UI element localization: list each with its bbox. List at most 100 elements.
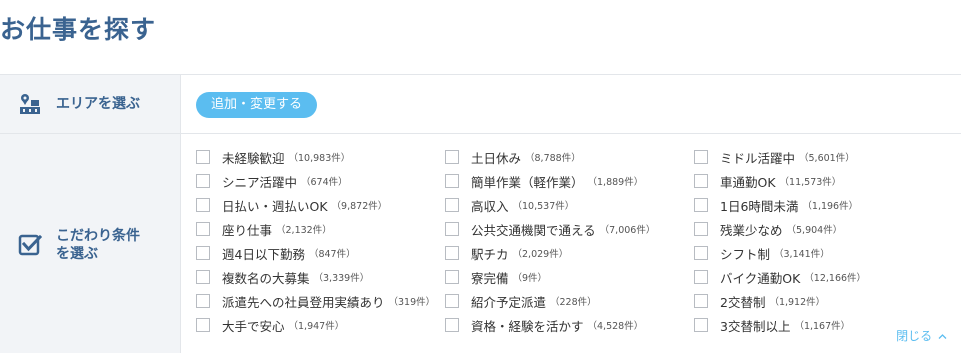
condition-item[interactable]: 簡単作業（軽作業） （1,889件）: [445, 169, 655, 193]
condition-item[interactable]: 3交替制以上 （1,167件）: [694, 313, 866, 337]
condition-checkbox[interactable]: [694, 294, 708, 308]
condition-label-text: こだわり条件 を選ぶ: [56, 227, 140, 263]
condition-name: 簡単作業（軽作業）: [471, 174, 584, 190]
condition-count: （10,537件）: [512, 201, 575, 212]
chevron-up-icon: [936, 329, 947, 343]
condition-item[interactable]: 資格・経験を活かす （4,528件）: [445, 313, 655, 337]
condition-name: 寮完備: [471, 270, 509, 286]
condition-checkbox[interactable]: [196, 270, 210, 284]
condition-count: （1,889件）: [587, 177, 644, 188]
area-row-label: エリアを選ぶ: [18, 92, 140, 116]
condition-checkbox[interactable]: [445, 174, 459, 188]
condition-count: （228件）: [550, 297, 597, 308]
condition-checkbox[interactable]: [196, 198, 210, 212]
condition-name: 複数名の大募集: [222, 270, 310, 286]
condition-column-3: ミドル活躍中 （5,601件） 車通勤OK （11,573件） 1日6時間未満 （1,19…: [694, 145, 866, 337]
close-label: 閉じる: [896, 329, 933, 343]
condition-name: 紹介予定派遣: [471, 294, 547, 310]
condition-count: （11,573件）: [779, 177, 842, 188]
condition-item[interactable]: ミドル活躍中 （5,601件）: [694, 145, 866, 169]
condition-checkbox[interactable]: [445, 246, 459, 260]
condition-count: （9,872件）: [331, 201, 388, 212]
condition-item[interactable]: シニア活躍中 （674件）: [196, 169, 435, 193]
condition-checkbox[interactable]: [196, 222, 210, 236]
condition-item[interactable]: 未経験歓迎 （10,983件）: [196, 145, 435, 169]
condition-item[interactable]: 複数名の大募集 （3,339件）: [196, 265, 435, 289]
condition-checkbox[interactable]: [445, 318, 459, 332]
condition-name: シフト制: [720, 246, 771, 262]
close-link[interactable]: 閉じる: [896, 327, 947, 344]
condition-item[interactable]: 座り仕事 （2,132件）: [196, 217, 435, 241]
condition-checkbox[interactable]: [694, 222, 708, 236]
condition-item[interactable]: 土日休み （8,788件）: [445, 145, 655, 169]
condition-checkbox[interactable]: [445, 198, 459, 212]
condition-item[interactable]: バイク通勤OK （12,166件）: [694, 265, 866, 289]
condition-name: 1日6時間未満: [720, 198, 799, 214]
row-divider: [0, 133, 961, 134]
condition-checkbox[interactable]: [445, 294, 459, 308]
condition-name: 駅チカ: [471, 246, 509, 262]
condition-checkbox[interactable]: [694, 150, 708, 164]
condition-count: （3,339件）: [313, 273, 370, 284]
condition-name: 日払い・週払いOK: [222, 198, 328, 214]
condition-item[interactable]: 車通勤OK （11,573件）: [694, 169, 866, 193]
search-panel: エリアを選ぶ 追加・変更する こだわり条件 を選ぶ 未経験歓迎 （10,983件）…: [0, 74, 961, 353]
checkbox-checked-icon: [18, 233, 42, 257]
condition-item[interactable]: 2交替制 （1,912件）: [694, 289, 866, 313]
condition-checkbox[interactable]: [445, 222, 459, 236]
condition-item[interactable]: 週4日以下勤務 （847件）: [196, 241, 435, 265]
condition-checkbox[interactable]: [196, 246, 210, 260]
condition-count: （2,132件）: [276, 225, 332, 236]
condition-name: 大手で安心: [222, 318, 285, 334]
condition-name: 未経験歓迎: [222, 150, 285, 166]
condition-checkbox[interactable]: [694, 246, 708, 260]
condition-count: （4,528件）: [587, 321, 644, 332]
condition-checkbox[interactable]: [445, 150, 459, 164]
condition-checkbox[interactable]: [694, 174, 708, 188]
condition-column-2: 土日休み （8,788件） 簡単作業（軽作業） （1,889件） 高収入 （10,537件…: [445, 145, 655, 337]
condition-item[interactable]: 大手で安心 （1,947件）: [196, 313, 435, 337]
map-pin-icon: [18, 92, 42, 116]
condition-checkbox[interactable]: [445, 270, 459, 284]
add-change-area-button[interactable]: 追加・変更する: [196, 92, 318, 118]
condition-count: （9件）: [512, 273, 548, 284]
area-label-text: エリアを選ぶ: [56, 96, 140, 112]
condition-count: （8,788件）: [525, 153, 581, 164]
condition-label-line2: を選ぶ: [56, 246, 98, 262]
label-column: [0, 75, 181, 353]
condition-item[interactable]: 高収入 （10,537件）: [445, 193, 655, 217]
condition-checkbox[interactable]: [694, 318, 708, 332]
condition-name: 土日休み: [471, 150, 522, 166]
condition-item[interactable]: 駅チカ （2,029件）: [445, 241, 655, 265]
condition-count: （12,166件）: [804, 273, 867, 284]
condition-count: （847件）: [308, 249, 356, 260]
condition-count: （1,196件）: [802, 201, 859, 212]
condition-name: 2交替制: [720, 294, 766, 310]
condition-item[interactable]: 派遣先への社員登用実績あり （319件）: [196, 289, 435, 313]
condition-checkbox[interactable]: [694, 270, 708, 284]
condition-checkbox[interactable]: [196, 294, 210, 308]
condition-checkbox[interactable]: [694, 198, 708, 212]
condition-item[interactable]: 紹介予定派遣 （228件）: [445, 289, 655, 313]
condition-item[interactable]: 1日6時間未満 （1,196件）: [694, 193, 866, 217]
condition-item[interactable]: 公共交通機関で通える （7,006件）: [445, 217, 655, 241]
condition-checkbox[interactable]: [196, 150, 210, 164]
condition-checkbox[interactable]: [196, 174, 210, 188]
condition-count: （7,006件）: [599, 225, 656, 236]
condition-count: （3,141件）: [774, 249, 830, 260]
condition-name: 高収入: [471, 198, 509, 214]
condition-item[interactable]: 寮完備 （9件）: [445, 265, 655, 289]
condition-name: 公共交通機関で通える: [471, 222, 596, 238]
condition-count: （2,029件）: [512, 249, 569, 260]
condition-checkbox[interactable]: [196, 318, 210, 332]
condition-column-1: 未経験歓迎 （10,983件） シニア活躍中 （674件） 日払い・週払いOK （9,87…: [196, 145, 435, 337]
condition-count: （5,601件）: [799, 153, 855, 164]
condition-item[interactable]: シフト制 （3,141件）: [694, 241, 866, 265]
condition-name: シニア活躍中: [222, 174, 298, 190]
page-title: お仕事を探す: [0, 15, 157, 44]
condition-count: （1,167件）: [794, 321, 851, 332]
condition-name: 座り仕事: [222, 222, 273, 238]
condition-item[interactable]: 残業少なめ （5,904件）: [694, 217, 866, 241]
condition-item[interactable]: 日払い・週払いOK （9,872件）: [196, 193, 435, 217]
condition-name: ミドル活躍中: [720, 150, 796, 166]
